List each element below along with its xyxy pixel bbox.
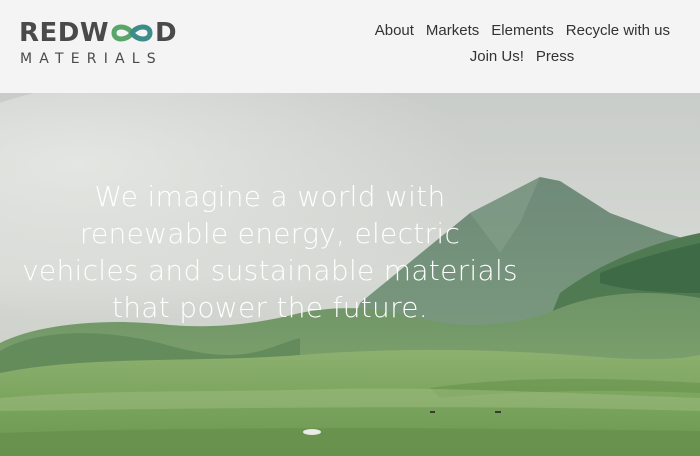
- nav-link-join-us[interactable]: Join Us!: [470, 44, 524, 70]
- nav-link-recycle-with-us[interactable]: Recycle with us: [566, 18, 670, 44]
- nav-row-primary: About Markets Elements Recycle with us: [360, 18, 670, 44]
- site-header: REDW D MATERIALS About Markets Elements …: [0, 0, 700, 93]
- logo-text-start: REDW: [19, 18, 110, 48]
- main-nav: About Markets Elements Recycle with us J…: [360, 18, 670, 70]
- hero-section: We imagine a world with renewable energy…: [0, 93, 700, 456]
- nav-link-markets[interactable]: Markets: [426, 18, 479, 44]
- nav-row-secondary: Join Us! Press: [360, 44, 670, 70]
- logo-wordmark: REDW D: [19, 18, 177, 48]
- logo-subtitle: MATERIALS: [20, 51, 163, 67]
- hero-headline: We imagine a world with renewable energy…: [22, 180, 518, 324]
- nav-link-press[interactable]: Press: [536, 44, 574, 70]
- nav-link-elements[interactable]: Elements: [491, 18, 554, 44]
- nav-link-about[interactable]: About: [375, 18, 414, 44]
- infinity-icon: [111, 24, 153, 42]
- logo-text-end: D: [155, 18, 178, 48]
- redwood-materials-logo[interactable]: REDW D MATERIALS: [19, 18, 189, 68]
